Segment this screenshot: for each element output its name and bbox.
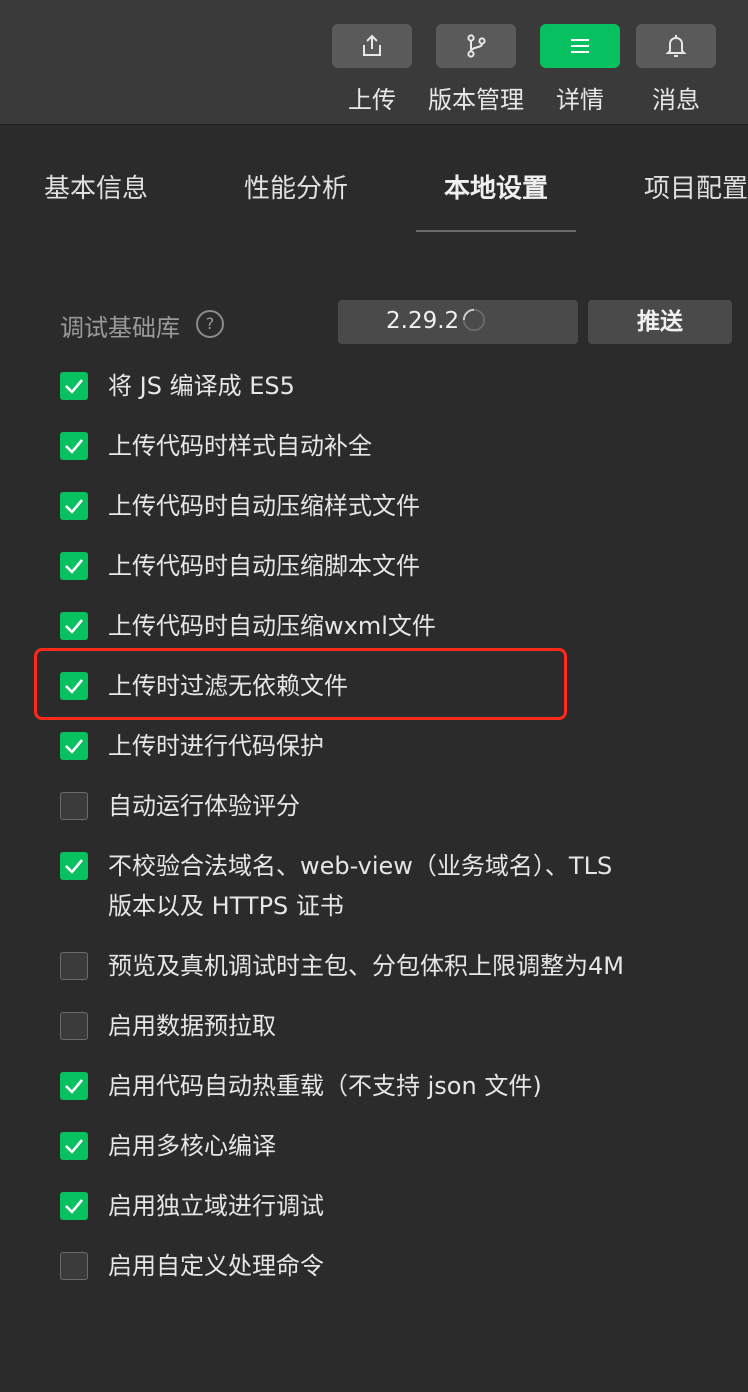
- version-management-button[interactable]: 版本管理: [428, 24, 524, 115]
- branch-icon: [467, 34, 486, 58]
- option-label: 启用独立域进行调试: [108, 1192, 324, 1220]
- help-icon[interactable]: ?: [196, 310, 224, 338]
- checkmark-icon: [65, 379, 83, 394]
- detail-tabs: 基本信息 性能分析 本地设置 项目配置: [0, 124, 748, 244]
- checkbox-checked[interactable]: [60, 612, 88, 640]
- option-label: 上传代码时样式自动补全: [108, 432, 372, 460]
- upload-label: 上传: [348, 86, 396, 114]
- push-button[interactable]: 推送: [588, 300, 732, 344]
- checkbox-unchecked[interactable]: [60, 792, 88, 820]
- checkmark-icon: [65, 679, 83, 694]
- checkmark-icon: [65, 499, 83, 514]
- checkmark-icon: [65, 619, 83, 634]
- upload-button[interactable]: 上传: [332, 24, 412, 115]
- checkbox-checked[interactable]: [60, 552, 88, 580]
- bell-icon-box[interactable]: [636, 24, 716, 68]
- tab-local-settings[interactable]: 本地设置: [444, 168, 548, 205]
- option-label: 启用数据预拉取: [108, 1012, 276, 1040]
- checkbox-checked[interactable]: [60, 1072, 88, 1100]
- bell-icon: [665, 35, 687, 57]
- checkmark-icon: [65, 1079, 83, 1094]
- messages-label: 消息: [652, 86, 700, 114]
- checkbox-checked[interactable]: [60, 432, 88, 460]
- menu-icon-box[interactable]: [540, 24, 620, 68]
- tab-performance[interactable]: 性能分析: [244, 168, 348, 205]
- checkmark-icon: [65, 1199, 83, 1214]
- option-label: 启用代码自动热重载（不支持 json 文件): [108, 1072, 542, 1100]
- details-button[interactable]: 详情: [540, 24, 620, 115]
- checkbox-checked[interactable]: [60, 732, 88, 760]
- checkmark-icon: [65, 439, 83, 454]
- option-label: 预览及真机调试时主包、分包体积上限调整为4M: [108, 952, 624, 980]
- checkbox-checked[interactable]: [60, 1132, 88, 1160]
- checkmark-icon: [65, 859, 83, 874]
- option-label: 上传时进行代码保护: [108, 732, 324, 760]
- checkmark-icon: [65, 1139, 83, 1154]
- checkbox-unchecked[interactable]: [60, 952, 88, 980]
- option-label: 启用多核心编译: [108, 1132, 276, 1160]
- checkbox-unchecked[interactable]: [60, 1252, 88, 1280]
- top-toolbar: 上传 版本管理 详情 消息: [0, 0, 748, 125]
- debug-lib-row: 调试基础库 ? 2.29.2 推送: [0, 300, 748, 344]
- branch-icon-box[interactable]: [436, 24, 516, 68]
- option-label: 上传代码时自动压缩脚本文件: [108, 552, 420, 580]
- menu-icon: [571, 39, 589, 53]
- option-label: 自动运行体验评分: [108, 792, 300, 820]
- tab-basic-info[interactable]: 基本信息: [44, 168, 148, 205]
- version-management-label: 版本管理: [428, 86, 524, 114]
- option-label: 上传时过滤无依赖文件: [108, 672, 348, 700]
- option-label: 上传代码时自动压缩样式文件: [108, 492, 420, 520]
- checkbox-checked[interactable]: [60, 372, 88, 400]
- debug-lib-version: 2.29.2: [386, 308, 460, 334]
- checkmark-icon: [65, 739, 83, 754]
- spinner-icon: [462, 308, 486, 332]
- upload-icon: [363, 34, 381, 56]
- checkbox-checked[interactable]: [60, 672, 88, 700]
- option-label: 不校验合法域名、web-view（业务域名）、TLS 版本以及 HTTPS 证书: [108, 852, 613, 920]
- option-label: 启用自定义处理命令: [108, 1252, 324, 1280]
- tab-project-config[interactable]: 项目配置: [644, 168, 748, 205]
- messages-button[interactable]: 消息: [636, 24, 716, 115]
- checkbox-checked[interactable]: [60, 492, 88, 520]
- option-label: 将 JS 编译成 ES5: [108, 372, 295, 400]
- checkbox-checked[interactable]: [60, 1192, 88, 1220]
- checkbox-unchecked[interactable]: [60, 1012, 88, 1040]
- active-tab-underline: [416, 230, 576, 232]
- debug-lib-label: 调试基础库: [60, 314, 180, 342]
- option-label: 上传代码时自动压缩wxml文件: [108, 612, 436, 640]
- checkmark-icon: [65, 559, 83, 574]
- debug-lib-version-select[interactable]: 2.29.2: [338, 300, 578, 344]
- checkbox-checked[interactable]: [60, 852, 88, 880]
- upload-icon-box[interactable]: [332, 24, 412, 68]
